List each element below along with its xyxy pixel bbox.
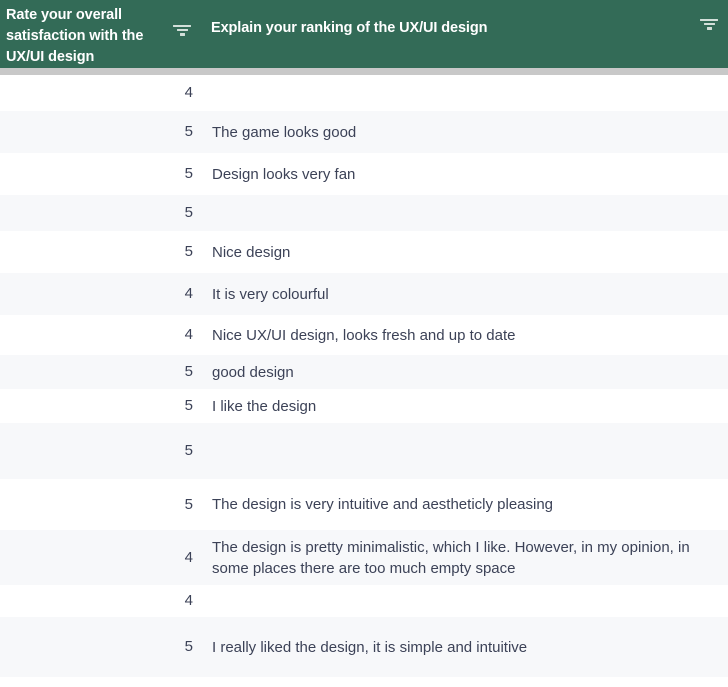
table-header-row: Rate your overall satisfaction with the … — [0, 0, 728, 68]
cell-explanation: The design is pretty minimalistic, which… — [212, 538, 690, 577]
table-row[interactable]: 5 The game looks good — [0, 111, 728, 153]
cell-explanation: I like the design — [212, 397, 317, 415]
table-row[interactable]: 4 It is very colourful — [0, 273, 728, 315]
cell-explanation: I really liked the design, it is simple … — [212, 638, 528, 656]
table-row[interactable]: 5 — [0, 423, 728, 479]
cell-rating: 5 — [184, 442, 193, 459]
column-header-rating-label: Rate your overall satisfaction with the … — [6, 7, 144, 65]
table-row[interactable]: 5 Design looks very fan — [0, 153, 728, 195]
table-row[interactable]: 5 good design — [0, 355, 728, 389]
table-row[interactable]: 4 — [0, 75, 728, 111]
table-row[interactable]: 5 — [0, 195, 728, 231]
table-row[interactable]: 4 The design is pretty minimalistic, whic… — [0, 530, 728, 585]
cell-rating: 5 — [184, 363, 193, 380]
cell-explanation: Nice UX/UI design, looks fresh and up to… — [212, 326, 516, 344]
table-row[interactable]: 4 Nice UX/UI design, looks fresh and up t… — [0, 315, 728, 355]
cell-rating: 4 — [184, 326, 193, 343]
cell-explanation: It is very colourful — [212, 285, 329, 303]
cell-explanation: The game looks good — [212, 123, 357, 141]
cell-rating: 5 — [184, 165, 193, 182]
cell-rating: 4 — [184, 592, 193, 609]
table-row[interactable]: 5 The design is very intuitive and aesthe… — [0, 479, 728, 530]
filter-funnel-icon-explanation[interactable] — [699, 19, 719, 39]
cell-rating: 5 — [184, 638, 193, 655]
column-header-explanation[interactable]: Explain your ranking of the UX/UI design — [205, 0, 728, 68]
cell-rating: 5 — [184, 397, 193, 414]
cell-rating: 4 — [184, 285, 193, 302]
table-row[interactable] — [0, 677, 728, 687]
cell-rating: 5 — [184, 495, 193, 513]
cell-rating: 5 — [184, 123, 193, 140]
table-row[interactable]: 5 I like the design — [0, 389, 728, 423]
cell-rating: 5 — [184, 204, 193, 221]
filter-funnel-icon-rating[interactable] — [172, 25, 192, 45]
table-row[interactable]: 4 — [0, 585, 728, 617]
column-header-explanation-label: Explain your ranking of the UX/UI design — [211, 20, 488, 36]
cell-explanation: The design is very intuitive and aesthet… — [212, 496, 554, 513]
cell-explanation: good design — [212, 363, 294, 381]
cell-rating: 5 — [184, 243, 193, 260]
cell-rating: 4 — [184, 548, 193, 566]
header-separator — [0, 68, 728, 75]
cell-explanation: Design looks very fan — [212, 165, 356, 183]
cell-explanation: Nice design — [212, 243, 291, 261]
table-row[interactable]: 5 I really liked the design, it is simple… — [0, 617, 728, 677]
table-body: 4 5 The game looks good 5 Design looks very … — [0, 75, 728, 687]
table-row[interactable]: 5 Nice design — [0, 231, 728, 273]
survey-results-table: Rate your overall satisfaction with the … — [0, 0, 728, 687]
cell-rating: 4 — [184, 84, 193, 101]
